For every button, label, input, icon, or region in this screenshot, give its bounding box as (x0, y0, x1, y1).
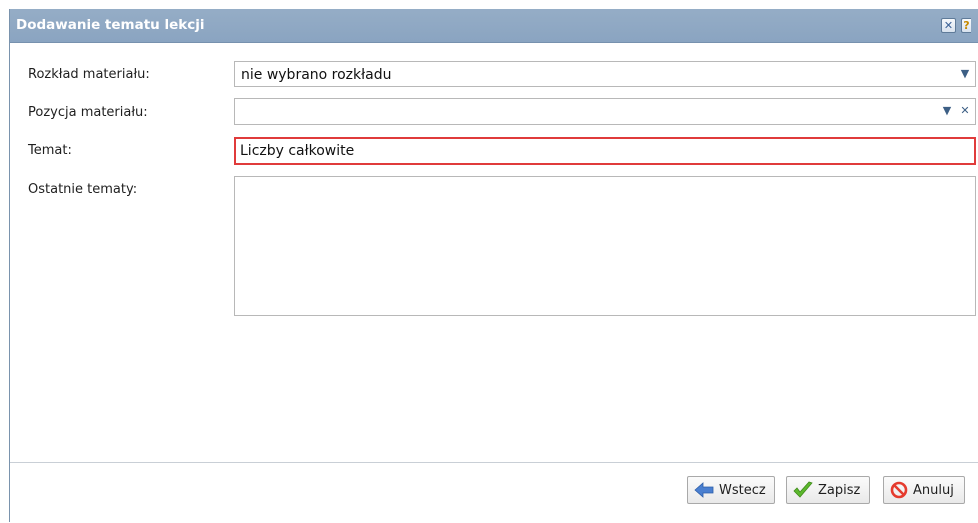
help-button[interactable]: ? (961, 18, 971, 33)
rozklad-value: nie wybrano rozkładu (241, 67, 392, 83)
chevron-down-icon[interactable]: ▼ (957, 65, 973, 83)
close-button[interactable]: ✕ (941, 18, 956, 33)
rozklad-select[interactable]: nie wybrano rozkładu ▼ (234, 61, 976, 87)
cancel-label: Anuluj (913, 483, 954, 498)
dialog-titlebar[interactable]: Dodawanie tematu lekcji ✕ ? (10, 9, 978, 43)
arrow-left-icon (694, 482, 714, 498)
ostatnie-label: Ostatnie tematy: (28, 182, 138, 197)
help-icon: ? (963, 19, 970, 32)
save-button[interactable]: Zapisz (786, 476, 870, 504)
dialog-title: Dodawanie tematu lekcji (16, 17, 205, 33)
back-button[interactable]: Wstecz (687, 476, 775, 504)
cancel-button[interactable]: Anuluj (883, 476, 965, 504)
ostatnie-tematy-list[interactable] (234, 176, 976, 316)
back-label: Wstecz (719, 483, 766, 498)
cancel-icon (890, 481, 908, 499)
checkmark-icon (793, 481, 813, 498)
rozklad-label: Rozkład materiału: (28, 67, 150, 82)
dialog-window: Dodawanie tematu lekcji ✕ ? Rozkład mate… (9, 9, 978, 523)
pozycja-label: Pozycja materiału: (28, 105, 148, 120)
chevron-down-icon[interactable]: ▼ (939, 102, 955, 120)
close-icon: ✕ (943, 19, 954, 32)
pozycja-select[interactable]: ▼ ✕ (234, 98, 976, 125)
temat-label: Temat: (28, 143, 72, 158)
temat-input[interactable]: Liczby całkowite (234, 137, 976, 165)
temat-value: Liczby całkowite (240, 143, 355, 159)
save-label: Zapisz (818, 483, 861, 498)
clear-icon[interactable]: ✕ (957, 102, 973, 120)
